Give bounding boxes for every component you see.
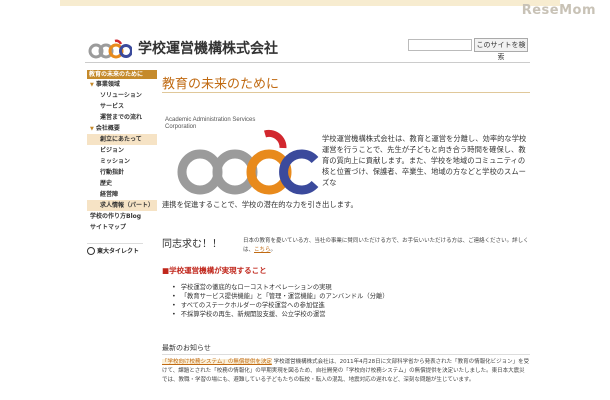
heading-divider	[162, 92, 530, 93]
sidebar-item-founding[interactable]: 創立にあたって	[87, 134, 157, 145]
list-item: 「教育サービス提供機能」と「管理・運営機能」のアンバンドル（分離）	[172, 292, 532, 301]
news-link[interactable]: 「学校向け校務システム」の無償提供を決定	[162, 359, 272, 365]
sidebar-item-current[interactable]: 教育の未来のために	[87, 70, 157, 79]
intro-text-continued: 連携を促進することで、学校の潜在的な力を引き出します。	[162, 200, 358, 209]
sidebar-item-management[interactable]: 経営陣	[87, 189, 157, 200]
top-strip: ReseMom	[0, 0, 610, 22]
sidebar-item-blog[interactable]: 学校の作り方Blog	[87, 211, 157, 222]
sidebar-item-service[interactable]: サービス	[87, 101, 157, 112]
triangle-down-icon: ▼	[90, 126, 94, 132]
company-name[interactable]: 学校運営機構株式会社	[138, 38, 278, 58]
sidebar-item-sitemap[interactable]: サイトマップ	[87, 222, 157, 233]
sidebar-item-mission[interactable]: ミッション	[87, 156, 157, 167]
recruit-tail: 。	[270, 247, 277, 253]
sidebar-item-jobs[interactable]: 求人情報（パート）	[87, 200, 157, 211]
sidebar-item-business[interactable]: ▼ 事業領域	[87, 79, 157, 90]
list-item: 学校運営の徹底的なローコストオペレーションの実現	[172, 283, 532, 292]
top-band	[60, 0, 560, 6]
watermark: ReseMom	[521, 3, 596, 18]
news-title: 最新のお知らせ	[162, 344, 211, 352]
banner-label: 東大タイレクト	[97, 248, 140, 255]
sidebar-item-guidelines[interactable]: 行動指針	[87, 167, 157, 178]
search-button[interactable]: このサイトを検索	[474, 38, 528, 61]
list-item: すべてのステークホルダーの学校運営への参加促進	[172, 301, 532, 310]
sidebar-item-flow[interactable]: 運営までの流れ	[87, 112, 157, 123]
news-body: 「学校向け校務システム」の無償提供を決定 学校運営機構株式会社は、2011年4月…	[162, 358, 530, 385]
intro-text: 学校運営機構株式会社は、教育と運営を分離し、効率的な学校運営を行うことで、先生が…	[322, 134, 527, 187]
sidebar-item-label: 事業領域	[95, 81, 120, 88]
header-divider	[85, 62, 530, 63]
sidebar-item-company[interactable]: ▼ 会社概要	[87, 123, 157, 134]
company-logo[interactable]	[88, 38, 132, 60]
recruit-link[interactable]: こちら	[254, 247, 271, 253]
goals-list: 学校運営の徹底的なローコストオペレーションの実現 「教育サービス提供機能」と「管…	[172, 283, 532, 319]
sidebar-item-label: 会社概要	[95, 125, 120, 132]
sidebar-item-history[interactable]: 歴史	[87, 178, 157, 189]
sidebar-item-solution[interactable]: ソリューション	[87, 90, 157, 101]
recruit-body: 日本の教育を憂いている方、当社の事業に賛同いただける方で、お手伝いいただける方は…	[243, 238, 529, 253]
todai-logo-icon	[87, 246, 95, 255]
sidebar-nav: 教育の未来のために ▼ 事業領域 ソリューション サービス 運営までの流れ ▼ 会社…	[87, 70, 157, 255]
page-title: 教育の未来のために	[162, 77, 280, 92]
triangle-down-icon: ▼	[90, 82, 94, 88]
company-logo-large	[177, 129, 319, 195]
news-divider	[162, 354, 530, 355]
list-item: 不採算学校の再生、新規開設支援、公立学校の運営	[172, 310, 532, 319]
section-title: ■学校運営機構が実現すること	[162, 266, 267, 275]
recruit-title: 同志求む！！	[162, 239, 222, 250]
sidebar-item-vision[interactable]: ビジョン	[87, 145, 157, 156]
recruit-text: 日本の教育を憂いている方、当社の事業に賛同いただける方で、お手伝いいただける方は…	[243, 237, 530, 255]
todai-direct-banner[interactable]: 東大タイレクト	[87, 243, 143, 255]
search-input[interactable]	[408, 39, 472, 51]
